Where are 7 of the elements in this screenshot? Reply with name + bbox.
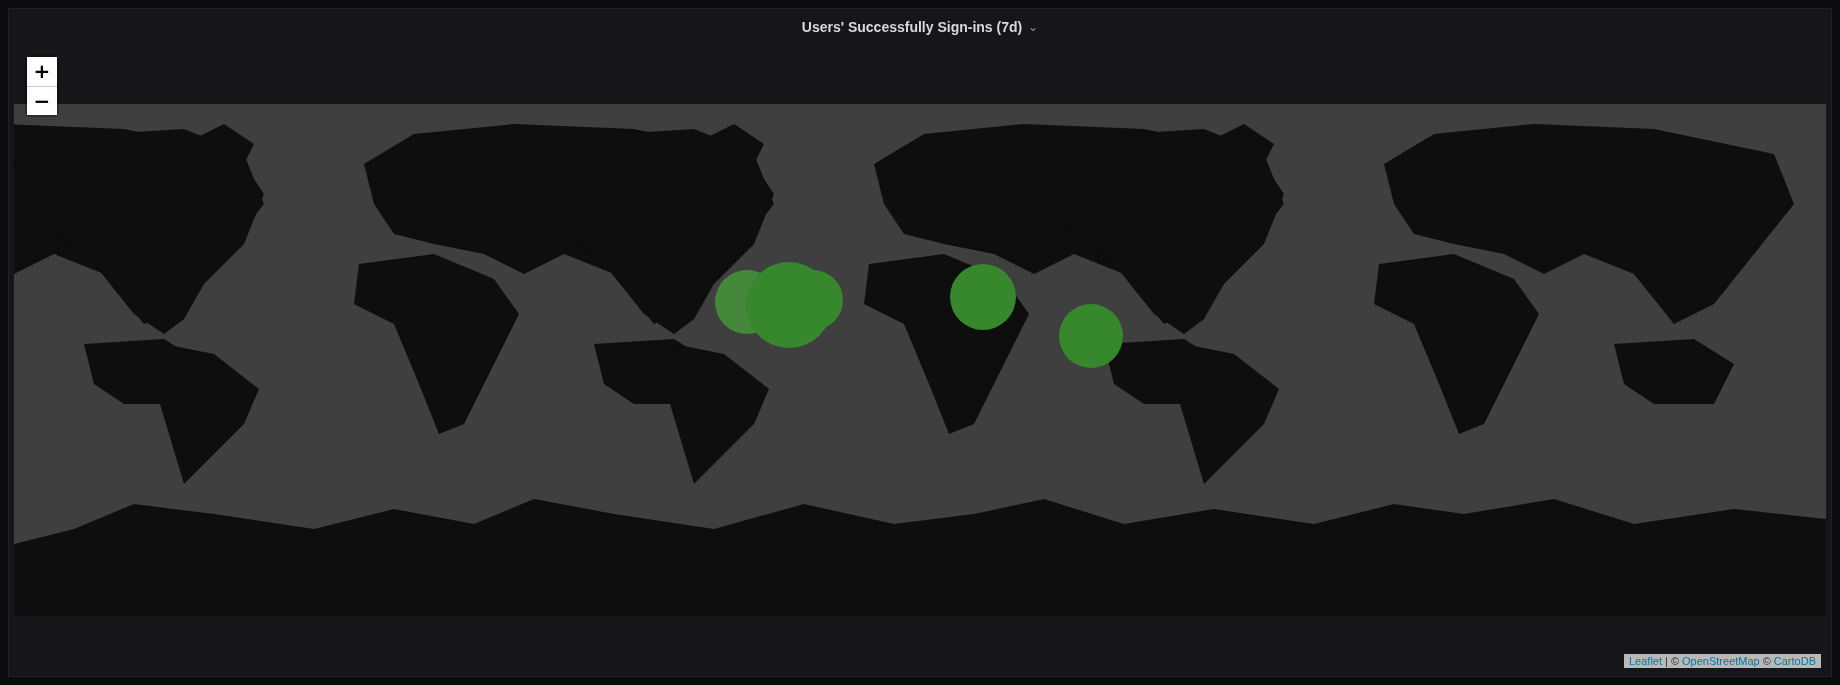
separator-text: | ©	[1665, 655, 1680, 667]
map-marker[interactable]	[1059, 304, 1123, 368]
chevron-icon[interactable]: ⌄	[1028, 20, 1039, 34]
separator-text: ©	[1762, 655, 1771, 667]
panel-title[interactable]: Users' Successfully Sign-ins (7d)	[801, 19, 1023, 35]
zoom-out-button[interactable]: −	[27, 86, 57, 115]
map-marker[interactable]	[950, 264, 1016, 330]
